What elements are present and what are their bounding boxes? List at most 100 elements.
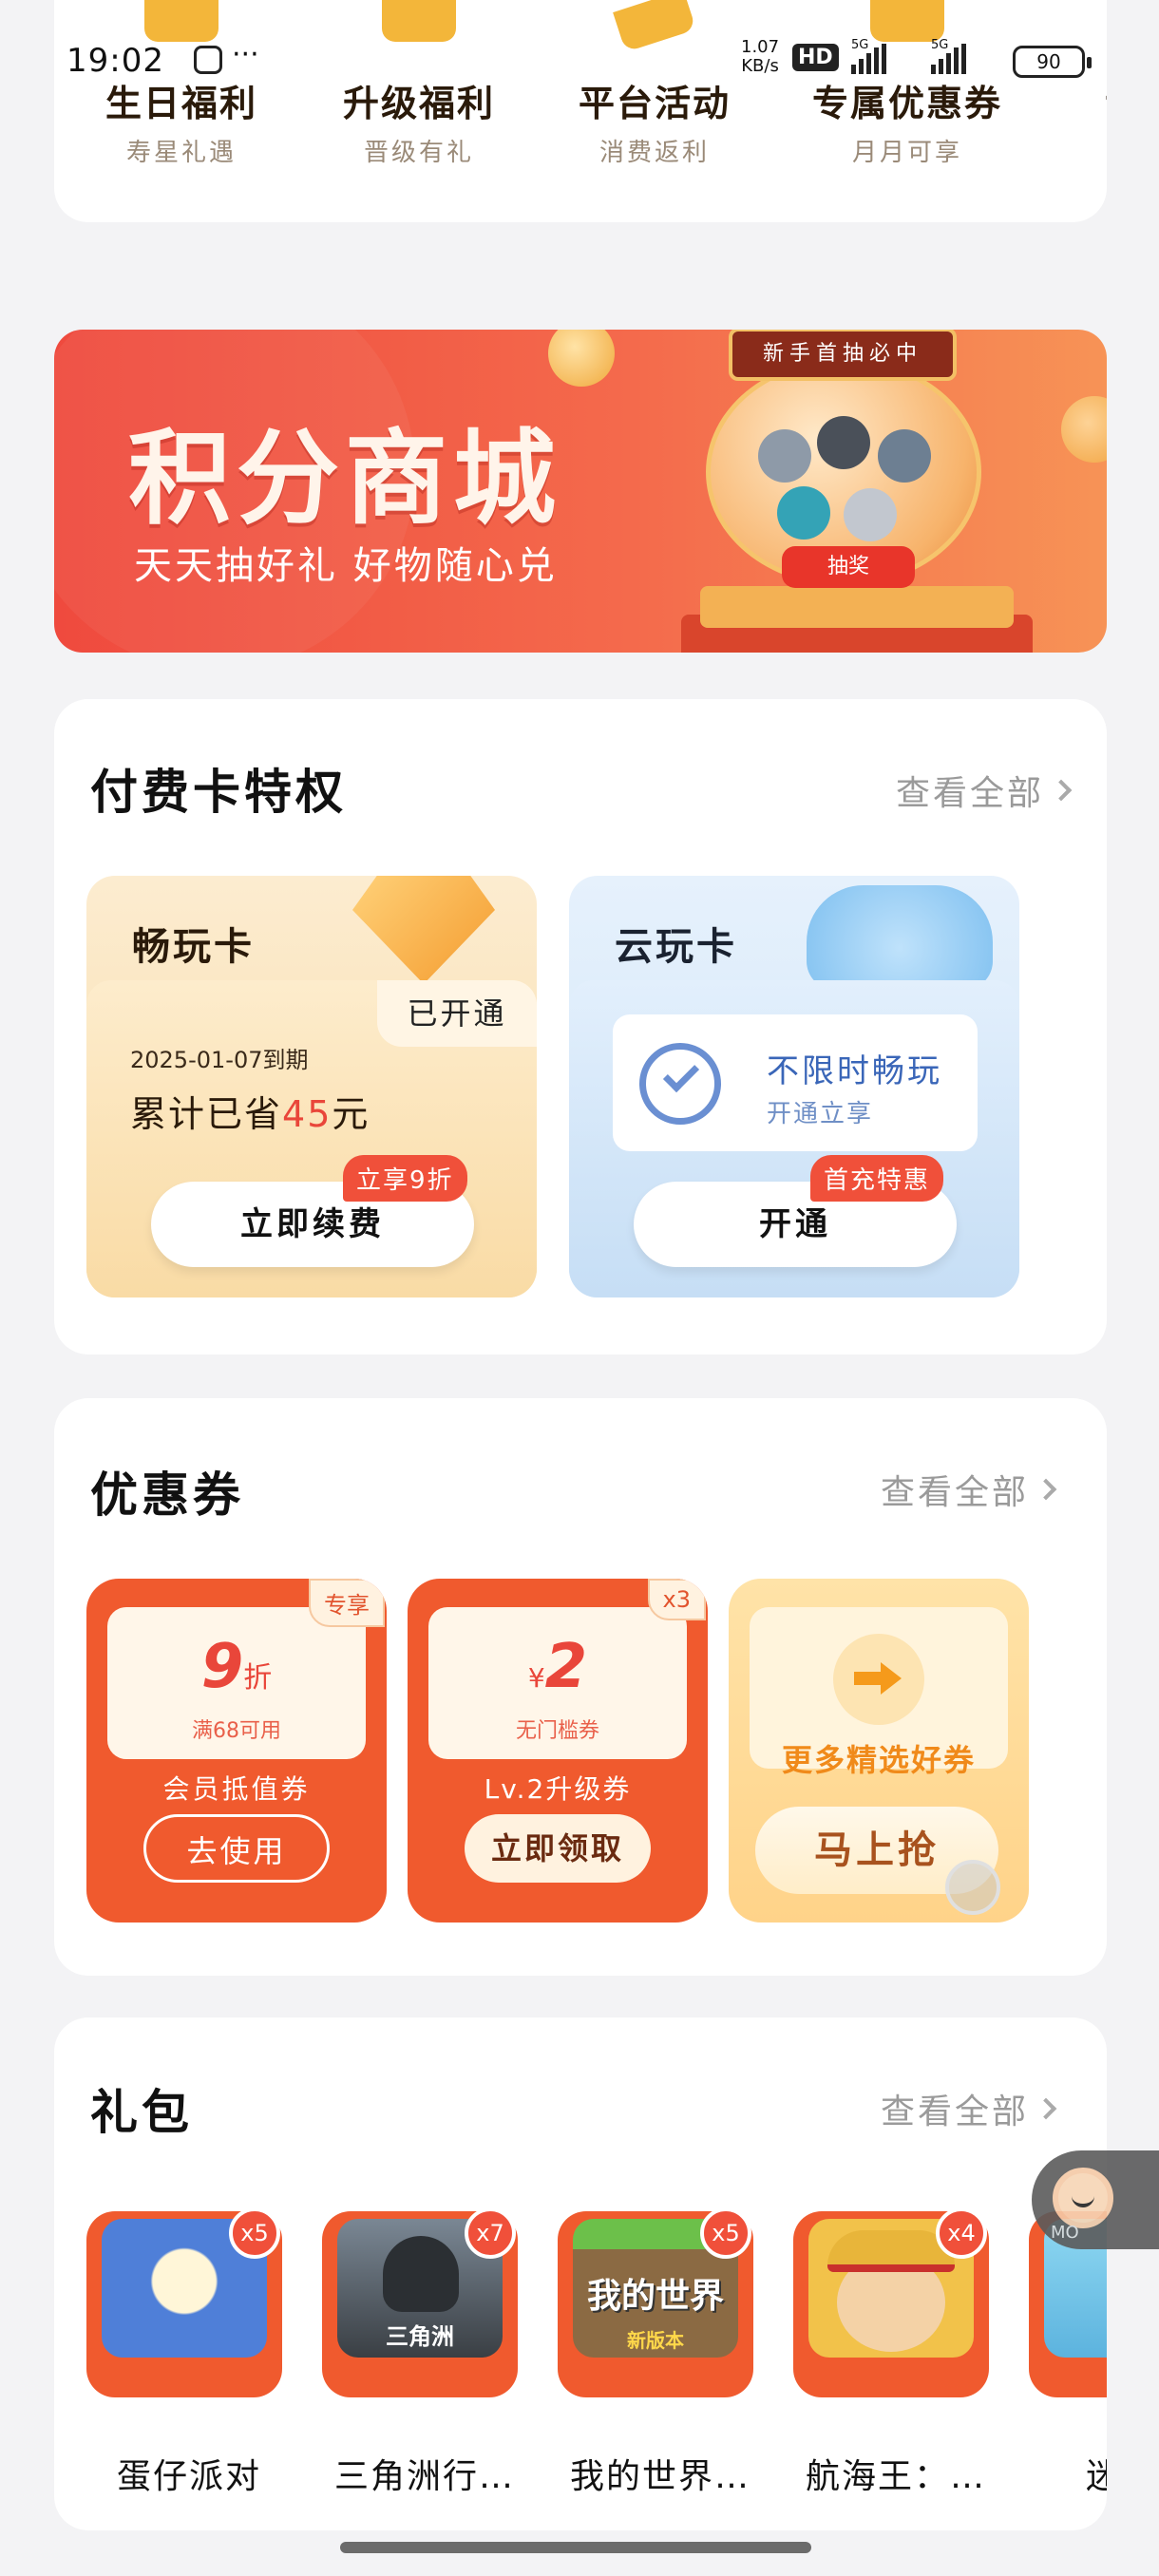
draw-button[interactable]: 抽奖 (782, 546, 915, 588)
gift-count-badge: x5 (229, 2207, 280, 2259)
claim-coupon-button[interactable]: 立即领取 (465, 1814, 651, 1883)
section-title: 礼包 (90, 2085, 193, 2140)
customer-service-button[interactable]: MO (1032, 2150, 1159, 2249)
see-all-label: 查看全部 (880, 1473, 1029, 1512)
benefit-subtitle: 晋级有礼 (363, 139, 474, 167)
net-speed: 1.07 KB/s (741, 38, 779, 76)
coupon-face: 9折 满68可用 (107, 1607, 366, 1759)
benefit-subtitle: 月月可享 (851, 139, 962, 167)
coupon-unit: 折 (243, 1661, 273, 1695)
gift-name: 三角洲行… (333, 2457, 515, 2496)
gift-name: 迷你 (1085, 2457, 1107, 2496)
prize-ball (777, 486, 830, 540)
home-indicator[interactable] (340, 2542, 811, 2553)
net-speed-unit: KB/s (741, 56, 779, 76)
banner-title: 积分商城 (128, 420, 562, 539)
paid-card-section: 付费卡特权 查看全部 畅玩卡 已开通 2025-01-07到期 累计已省45元 … (54, 699, 1107, 1354)
signal-icon: 5G (851, 38, 886, 74)
status-badge: 已开通 (377, 980, 537, 1047)
prize-ball (758, 429, 811, 483)
coupon-card[interactable]: 9折 满68可用 会员抵值券 去使用 专享 (86, 1579, 387, 1923)
prize-ball (817, 416, 870, 469)
arrow-right-icon (833, 1634, 924, 1725)
section-title: 优惠券 (90, 1468, 244, 1523)
touch-indicator (945, 1860, 1000, 1915)
section-title: 付费卡特权 (90, 765, 347, 820)
more-coupons-card[interactable]: 更多精选好券 马上抢 (729, 1579, 1029, 1923)
coupon-name: Lv.2升级券 (484, 1773, 632, 1805)
feature-subtitle: 开通立享 (767, 1100, 874, 1128)
status-bar: 19:02 ··· 1.07 KB/s HD 5G 5G 90 (0, 0, 1159, 95)
see-all-label: 查看全部 (895, 774, 1044, 813)
banner-tag: 新手首抽必中 (729, 330, 957, 381)
hd-icon: HD (792, 44, 839, 71)
banner-subtitle: 天天抽好礼 好物随心兑 (134, 544, 558, 588)
float-label: MO (1051, 2223, 1079, 2243)
gift-name: 蛋仔派对 (116, 2457, 261, 2496)
coin-icon (1061, 396, 1107, 463)
coin-icon (548, 330, 615, 387)
discount-tag: 立享9折 (343, 1155, 467, 1202)
cloud-icon (807, 885, 993, 990)
exclusive-tag: 专享 (309, 1579, 385, 1627)
play-card[interactable]: 畅玩卡 已开通 2025-01-07到期 累计已省45元 立即续费 立享9折 (86, 876, 537, 1297)
coupon-card[interactable]: ¥2 无门槛券 Lv.2升级券 立即领取 x3 (408, 1579, 708, 1923)
coupon-number: 2 (544, 1632, 588, 1702)
benefit-subtitle: 寿星礼遇 (125, 139, 237, 167)
page: 19:02 ··· 1.07 KB/s HD 5G 5G 90 生日福利 寿星礼… (0, 0, 1159, 2576)
coupon-value: ¥2 (428, 1632, 687, 1702)
chevron-right-icon (1035, 2097, 1057, 2120)
prize-ball (878, 429, 931, 483)
clock-check-icon (639, 1043, 721, 1125)
card-name: 畅玩卡 (132, 925, 255, 969)
coupon-section: 优惠券 查看全部 9折 满68可用 会员抵值券 去使用 专享 ¥2 无门槛券 L… (54, 1398, 1107, 1976)
cloud-card[interactable]: 云玩卡 不限时畅玩 开通立享 开通 首充特惠 (569, 876, 1019, 1297)
points-mall-banner[interactable]: 积分商城 天天抽好礼 好物随心兑 新手首抽必中 抽奖 (54, 330, 1107, 653)
saved-amount: 累计已省45元 (130, 1085, 370, 1137)
gift-section: 礼包 查看全部 x5 蛋仔派对 三角洲 x7 三角洲行… 我的世界 新版本 x5… (54, 2017, 1107, 2530)
chevron-right-icon (1035, 1478, 1057, 1501)
prize-ball (844, 488, 897, 541)
signal-label-2: 5G (931, 38, 949, 52)
coupon-value: 9折 (107, 1632, 366, 1702)
game-icon-subtext: 新版本 (627, 2329, 684, 2352)
more-coupons-label: 更多精选好券 (781, 1742, 976, 1778)
game-icon-text: 三角洲 (386, 2323, 454, 2350)
status-time: 19:02 (66, 42, 164, 80)
signal-label: 5G (851, 38, 869, 52)
card-name: 云玩卡 (615, 925, 737, 969)
coupon-number: 9 (200, 1632, 244, 1702)
quantity-tag: x3 (647, 1579, 706, 1620)
see-all-label: 查看全部 (880, 2093, 1029, 2131)
use-coupon-button[interactable]: 去使用 (143, 1814, 330, 1883)
see-all-link[interactable]: 查看全部 (880, 2084, 1057, 2133)
see-all-link[interactable]: 查看全部 (880, 1465, 1057, 1514)
more-notifications-icon: ··· (232, 38, 259, 71)
saved-value: 45 (282, 1093, 332, 1135)
gift-count-badge: x5 (700, 2207, 751, 2259)
benefit-subtitle: 消费返利 (598, 139, 710, 167)
gift-count-badge: x4 (936, 2207, 987, 2259)
game-icon-text: 我的世界 (586, 2277, 724, 2316)
coupon-condition: 满68可用 (192, 1719, 281, 1743)
battery-icon: 90 (1013, 46, 1092, 78)
feature-title: 不限时畅玩 (767, 1052, 942, 1090)
expiry-date: 2025-01-07到期 (130, 1047, 309, 1073)
gift-count-badge: x7 (465, 2207, 516, 2259)
chevron-right-icon (1050, 779, 1073, 802)
coupon-face: ¥2 无门槛券 (428, 1607, 687, 1759)
see-all-link[interactable]: 查看全部 (895, 766, 1073, 815)
gift-name: 我的世界… (569, 2457, 750, 2496)
coupon-name: 会员抵值券 (162, 1773, 311, 1805)
headset-icon (1053, 2168, 1113, 2228)
first-charge-tag: 首充特惠 (810, 1155, 944, 1202)
signal-icon-2: 5G (931, 38, 966, 74)
net-speed-value: 1.07 (741, 37, 780, 57)
coupon-condition: 无门槛券 (515, 1719, 599, 1743)
saved-suffix: 元 (332, 1093, 370, 1135)
coupon-currency: ¥ (527, 1662, 545, 1694)
feature-box: 不限时畅玩 开通立享 (613, 1014, 978, 1151)
saved-prefix: 累计已省 (130, 1093, 283, 1135)
diamond-icon (352, 876, 495, 984)
app-notification-icon (194, 46, 222, 74)
